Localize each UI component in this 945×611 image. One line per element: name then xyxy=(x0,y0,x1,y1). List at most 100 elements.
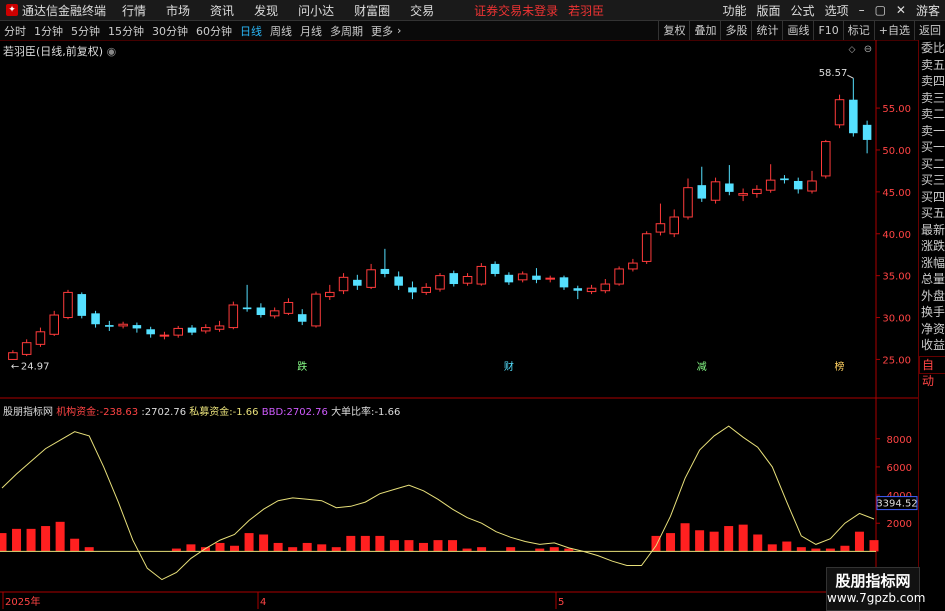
indicator-bar xyxy=(317,544,327,552)
candle-body xyxy=(752,188,762,195)
candle-body xyxy=(655,223,666,233)
candle-body xyxy=(105,325,114,327)
indicator-bar xyxy=(288,547,298,552)
low-annotation: 24.97 xyxy=(21,362,50,373)
candle-body xyxy=(228,304,239,329)
sidebar-item-5[interactable]: 卖一 xyxy=(919,123,945,140)
sidebar-item-9[interactable]: 买四 xyxy=(919,189,945,206)
indicator-bar xyxy=(230,545,240,552)
x-label-1: 4 xyxy=(260,597,266,608)
indicator-bar xyxy=(709,531,719,552)
candle-body xyxy=(421,286,431,293)
indicator-bar xyxy=(70,538,80,552)
sidebar-item-11[interactable]: 最新 xyxy=(919,222,945,239)
high-arrow xyxy=(847,74,854,79)
sidebar-item-17[interactable]: 净资 xyxy=(919,321,945,338)
candle-body xyxy=(683,187,693,218)
candle-body xyxy=(545,277,555,280)
sidebar-item-0[interactable]: 委比 xyxy=(919,40,945,57)
auto-button[interactable]: 自动 xyxy=(919,355,945,388)
ind-tick-label-0: 2000 xyxy=(887,519,912,530)
candle-body xyxy=(600,283,611,292)
indicator-bar xyxy=(506,547,516,552)
candle-body xyxy=(21,342,32,355)
candle-body xyxy=(91,313,100,325)
price-tick-label-6: 55.00 xyxy=(882,104,911,115)
current-value-label: 3394.52 xyxy=(876,499,917,510)
sidebar-item-3[interactable]: 卖三 xyxy=(919,90,945,107)
indicator-bar xyxy=(549,547,559,552)
sidebar-item-2[interactable]: 卖四 xyxy=(919,73,945,90)
indicator-bar xyxy=(854,531,864,552)
candle-body xyxy=(242,307,252,310)
price-tick-label-3: 40.00 xyxy=(882,230,911,241)
candle-body xyxy=(628,262,638,270)
indicator-bar xyxy=(477,547,487,552)
sidebar-item-14[interactable]: 总量 xyxy=(919,271,945,288)
candle-body xyxy=(325,291,335,298)
x-label-0: 2025年 xyxy=(5,595,40,608)
candle-body xyxy=(573,288,583,291)
sidebar-item-1[interactable]: 卖五 xyxy=(919,57,945,74)
event-marker-2: 减 xyxy=(697,361,707,373)
candle-body xyxy=(725,183,734,192)
candle-body xyxy=(214,325,225,330)
sidebar-item-12[interactable]: 涨跌 xyxy=(919,238,945,255)
candle-body xyxy=(35,331,46,345)
watermark-url: www.7gpzb.com xyxy=(827,591,926,605)
indicator-bar xyxy=(331,547,341,552)
sidebar-item-16[interactable]: 换手 xyxy=(919,304,945,321)
candle-body xyxy=(297,314,307,322)
candle-body xyxy=(476,265,487,285)
quote-sidebar: 委比 卖五 卖四 卖三 卖二 卖一 买一 买二 买三 买四 买五 最新 涨跌 涨幅 总量 外盘 换手 净资 收益 自动 xyxy=(918,40,945,609)
candle-body xyxy=(173,327,183,336)
candle-body xyxy=(614,268,624,285)
candle-body xyxy=(366,269,376,288)
indicator-bar xyxy=(796,547,806,552)
candle-body xyxy=(532,275,541,280)
watermark-logo: 股朋指标网 www.7gpzb.com xyxy=(826,567,926,611)
candle-body xyxy=(77,294,87,316)
sidebar-item-7[interactable]: 买二 xyxy=(919,156,945,173)
indicator-bar xyxy=(302,542,312,552)
candle-body xyxy=(807,180,817,192)
sidebar-item-4[interactable]: 卖二 xyxy=(919,106,945,123)
low-arrow: ← xyxy=(11,362,19,373)
candle-body xyxy=(504,274,514,283)
price-tick-label-1: 30.00 xyxy=(882,314,911,325)
x-label-2: 5 xyxy=(558,597,564,608)
indicator-bar xyxy=(375,535,385,552)
sidebar-item-13[interactable]: 涨幅 xyxy=(919,255,945,272)
candle-body xyxy=(49,314,59,335)
indicator-bar xyxy=(753,534,763,552)
sidebar-item-6[interactable]: 买一 xyxy=(919,139,945,156)
candle-body xyxy=(793,180,803,190)
candle-body xyxy=(201,327,211,332)
sidebar-item-10[interactable]: 买五 xyxy=(919,205,945,222)
candle-body xyxy=(435,275,445,290)
chart-canvas[interactable]: 25.00 30.00 35.00 40.00 45.00 50.00 55.00 58.57… xyxy=(0,0,945,609)
indicator-bar xyxy=(186,544,196,552)
indicator-bar xyxy=(869,540,879,552)
indicator-bar xyxy=(738,524,748,552)
ind-tick-label-2: 6000 xyxy=(887,463,912,474)
candle-body xyxy=(256,307,266,316)
indicator-bar xyxy=(389,540,399,552)
sidebar-item-8[interactable]: 买三 xyxy=(919,172,945,189)
candle-body xyxy=(449,273,459,285)
candle-body xyxy=(834,99,845,126)
sidebar-item-18[interactable]: 收益 xyxy=(919,337,945,354)
indicator-bar xyxy=(55,521,65,552)
candle-body xyxy=(187,327,197,333)
indicator-bar xyxy=(215,542,225,552)
candle-body xyxy=(849,99,858,134)
candle-body xyxy=(8,352,18,360)
diamond-icon: ◇ xyxy=(849,45,856,55)
candle-body xyxy=(641,233,652,262)
indicator-bar xyxy=(724,526,734,552)
sidebar-item-15[interactable]: 外盘 xyxy=(919,288,945,305)
zoom-icon: ⊖ xyxy=(864,44,872,55)
indicator-bar xyxy=(84,547,94,552)
price-tick-label-5: 50.00 xyxy=(882,146,911,157)
indicator-bar xyxy=(695,530,705,552)
